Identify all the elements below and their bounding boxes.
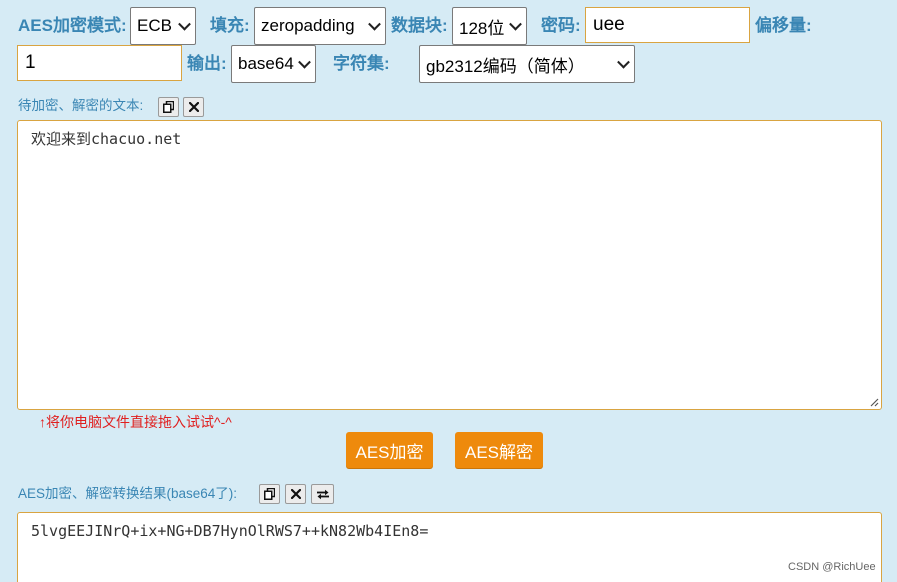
watermark: CSDN @RichUee	[788, 561, 876, 573]
copy-icon	[163, 101, 174, 113]
offset-input[interactable]: 1	[17, 45, 182, 81]
padding-value: zeropadding	[261, 16, 355, 35]
mode-label: AES加密模式:	[18, 16, 127, 35]
password-input[interactable]: uee	[585, 7, 750, 43]
block-value: 128位	[459, 18, 505, 38]
block-label: 数据块:	[391, 16, 448, 35]
input-text-label: 待加密、解密的文本:	[18, 98, 144, 113]
charset-value: gb2312编码（简体）	[426, 56, 585, 76]
charset-select[interactable]: gb2312编码（简体）	[419, 45, 635, 83]
block-select[interactable]: 128位	[452, 7, 527, 45]
decrypt-button[interactable]: AES解密	[455, 432, 543, 469]
chevron-down-icon	[368, 17, 381, 31]
copy-input-button[interactable]	[158, 97, 179, 117]
chevron-down-icon	[617, 55, 630, 69]
drag-hint: ↑将你电脑文件直接拖入试试^-^	[39, 414, 232, 430]
swap-arrows-icon	[316, 489, 329, 499]
copy-output-button[interactable]	[259, 484, 280, 504]
output-textarea[interactable]: 5lvgEEJINrQ+ix+NG+DB7HynOlRWS7++kN82Wb4I…	[17, 512, 882, 582]
close-icon	[290, 489, 301, 499]
mode-select[interactable]: ECB	[130, 7, 196, 45]
clear-input-button[interactable]	[183, 97, 204, 117]
chevron-down-icon	[509, 17, 522, 31]
clear-output-button[interactable]	[285, 484, 306, 504]
input-textarea[interactable]: 欢迎来到chacuo.net	[17, 120, 882, 410]
output-label: 输出:	[187, 54, 227, 73]
encrypt-button[interactable]: AES加密	[346, 432, 433, 469]
copy-icon	[264, 488, 275, 500]
swap-button[interactable]	[311, 484, 334, 504]
padding-select[interactable]: zeropadding	[254, 7, 386, 45]
output-select[interactable]: base64	[231, 45, 316, 83]
chevron-down-icon	[298, 55, 311, 69]
offset-value: 1	[25, 52, 36, 73]
aes-tool-page: AES加密模式: ECB 填充: zeropadding 数据块: 128位 密…	[0, 0, 897, 582]
input-text: 欢迎来到chacuo.net	[31, 130, 182, 148]
mode-value: ECB	[137, 16, 172, 35]
offset-label: 偏移量:	[755, 16, 812, 35]
output-value: base64	[238, 54, 294, 73]
password-label: 密码:	[541, 16, 581, 35]
password-value: uee	[593, 14, 625, 35]
chevron-down-icon	[178, 17, 191, 31]
close-icon	[188, 102, 199, 112]
charset-label: 字符集:	[333, 54, 390, 73]
padding-label: 填充:	[210, 16, 250, 35]
resize-grip-icon[interactable]	[869, 397, 879, 407]
output-text: 5lvgEEJINrQ+ix+NG+DB7HynOlRWS7++kN82Wb4I…	[31, 522, 429, 540]
output-text-label: AES加密、解密转换结果(base64了):	[18, 486, 238, 501]
